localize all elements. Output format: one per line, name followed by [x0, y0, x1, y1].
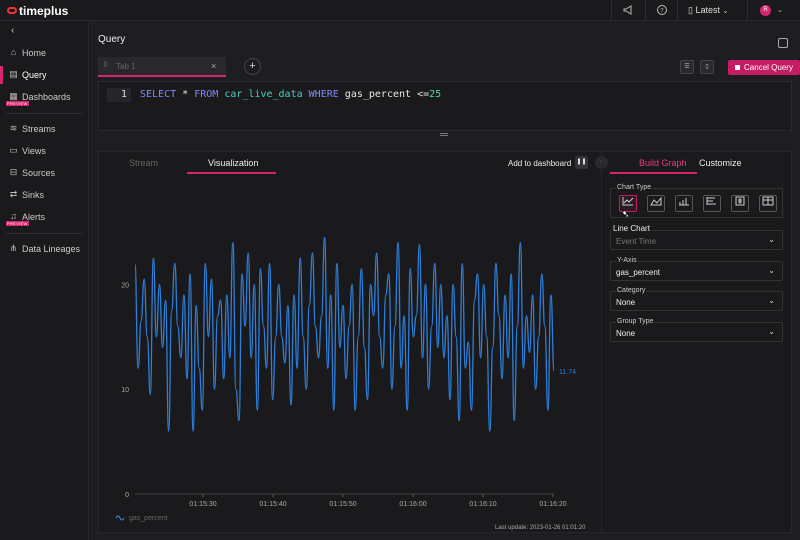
help-icon[interactable]: ? — [655, 4, 669, 18]
lineage-icon: ⋔ — [9, 243, 18, 253]
divider — [747, 0, 748, 21]
column-chart-icon[interactable] — [703, 195, 721, 212]
sidebar-item-sources[interactable]: ⊟ Sources — [0, 164, 89, 182]
area-chart-icon[interactable] — [647, 195, 665, 212]
tab-build-graph[interactable]: Build Graph — [639, 158, 687, 168]
line-chart: 0 10 20 01:15:30 01:15:40 01:15:50 01:16:00 01:… — [115, 236, 576, 522]
format-icon[interactable]: ☰ — [680, 60, 694, 74]
single-value-icon[interactable] — [731, 195, 749, 212]
x-tick-label: 01:16:00 — [399, 501, 426, 508]
query-icon: ▤ — [9, 69, 18, 79]
x-tick-label: 01:16:10 — [469, 501, 496, 508]
top-bar: timeplus ? ▯ Latest ⌄ R ⌄ — [0, 0, 800, 21]
bookmark-icon[interactable]: ▯ — [700, 60, 714, 74]
legend-label: gas_percent — [129, 515, 168, 522]
svg-text:?: ? — [660, 8, 664, 14]
sidebar-item-dashboards[interactable]: ▦ Dashboards PREVIEW — [0, 88, 89, 106]
last-value-label: 11.74 — [559, 369, 576, 376]
sidebar-item-views[interactable]: ▭ Views — [0, 142, 89, 160]
home-icon: ⌂ — [10, 47, 17, 57]
chevron-down-icon[interactable]: ⌄ — [773, 4, 787, 18]
query-tab-bar: ⠿ Tab 1 × + ☰ ▯ Cancel Query — [98, 57, 800, 79]
x-tick-label: 01:15:50 — [329, 501, 356, 508]
results-panel: Stream Visualization Add to dashboard ❚❚… — [98, 151, 792, 533]
toggle-panel-icon[interactable] — [778, 38, 788, 48]
active-tab-indicator — [610, 172, 697, 174]
y-tick-label: 20 — [121, 282, 129, 289]
chevron-down-icon: ⌄ — [768, 266, 775, 275]
sidebar-item-data-lineages[interactable]: ⋔ Data Lineages — [0, 240, 89, 258]
chart-type-label: Chart Type — [616, 184, 653, 191]
main-area: Query ⠿ Tab 1 × + ☰ ▯ Cancel Query 1 SEL… — [90, 21, 800, 540]
sql-code[interactable]: SELECT * FROM car_live_data WHERE gas_pe… — [140, 89, 441, 101]
timeplus-logo[interactable]: timeplus — [7, 4, 68, 18]
streams-icon: ≋ — [9, 123, 18, 133]
add-tab-button[interactable]: + — [244, 58, 261, 75]
x-axis-select[interactable]: Event Time ⌄ — [610, 230, 783, 250]
tab-1[interactable]: ⠿ Tab 1 × — [98, 57, 226, 77]
table-icon[interactable] — [759, 195, 777, 212]
last-update: Last update: 2023-01-26 01:01:20 — [495, 525, 586, 531]
sql-editor[interactable]: 1 SELECT * FROM car_live_data WHERE gas_… — [98, 81, 792, 131]
chevron-down-icon: ⌄ — [768, 235, 775, 244]
x-tick-label: 01:16:20 — [539, 501, 566, 508]
chart-settings-panel: Build Graph Customize Chart Type ➷ Event… — [601, 152, 793, 532]
legend-line-icon — [115, 515, 125, 521]
y-tick-label: 10 — [121, 387, 129, 394]
sidebar-item-streams[interactable]: ≋ Streams — [0, 120, 89, 138]
group-type-select[interactable]: Group Type None ⌄ — [610, 318, 783, 342]
divider — [6, 113, 83, 114]
preview-badge: PREVIEW — [6, 101, 29, 106]
x-tick-label: 01:15:40 — [259, 501, 286, 508]
preview-badge: PREVIEW — [6, 221, 29, 226]
cancel-query-button[interactable]: Cancel Query — [728, 60, 800, 75]
stop-icon — [735, 65, 741, 70]
resize-handle[interactable] — [440, 133, 448, 136]
sidebar-item-query[interactable]: ▤ Query — [0, 66, 89, 84]
tab-customize[interactable]: Customize — [699, 158, 742, 168]
chart-type-tooltip: Line Chart — [611, 224, 652, 233]
divider — [6, 233, 83, 234]
chevron-down-icon: ⌄ — [722, 8, 729, 15]
category-select[interactable]: Category None ⌄ — [610, 287, 783, 311]
divider — [645, 0, 646, 21]
y-axis-select[interactable]: Y-Axis gas_percent ⌄ — [610, 257, 783, 281]
avatar[interactable]: R — [760, 5, 771, 16]
chevron-down-icon: ⌄ — [768, 296, 775, 305]
sidebar: ‹ ⌂ Home ▤ Query ▦ Dashboards PREVIEW ≋ Strea… — [0, 21, 89, 540]
divider — [611, 0, 612, 21]
sidebar-item-sinks[interactable]: ⇄ Sinks — [0, 186, 89, 204]
page-title: Query — [98, 34, 126, 45]
series-line-gas-percent — [134, 236, 555, 432]
y-tick-label: 0 — [125, 492, 129, 499]
x-tick-label: 01:15:30 — [189, 501, 216, 508]
drag-handle-icon[interactable]: ⠿ — [103, 61, 108, 69]
bar-chart-icon[interactable] — [675, 195, 693, 212]
sidebar-item-home[interactable]: ⌂ Home — [0, 44, 89, 62]
sinks-icon: ⇄ — [9, 189, 18, 199]
views-icon: ▭ — [9, 145, 18, 155]
chevron-down-icon: ⌄ — [768, 327, 775, 336]
workspace-selector[interactable]: ▯ Latest ⌄ — [688, 5, 728, 16]
sidebar-item-alerts[interactable]: ♫ Alerts PREVIEW — [0, 208, 89, 226]
close-icon[interactable]: × — [211, 61, 216, 71]
collapse-sidebar-icon[interactable]: ‹ — [11, 25, 14, 36]
mouse-cursor-icon: ➷ — [622, 209, 630, 219]
announcement-icon[interactable] — [622, 4, 636, 18]
sources-icon: ⊟ — [9, 167, 18, 177]
line-number: 1 — [107, 88, 131, 102]
divider — [677, 0, 678, 21]
